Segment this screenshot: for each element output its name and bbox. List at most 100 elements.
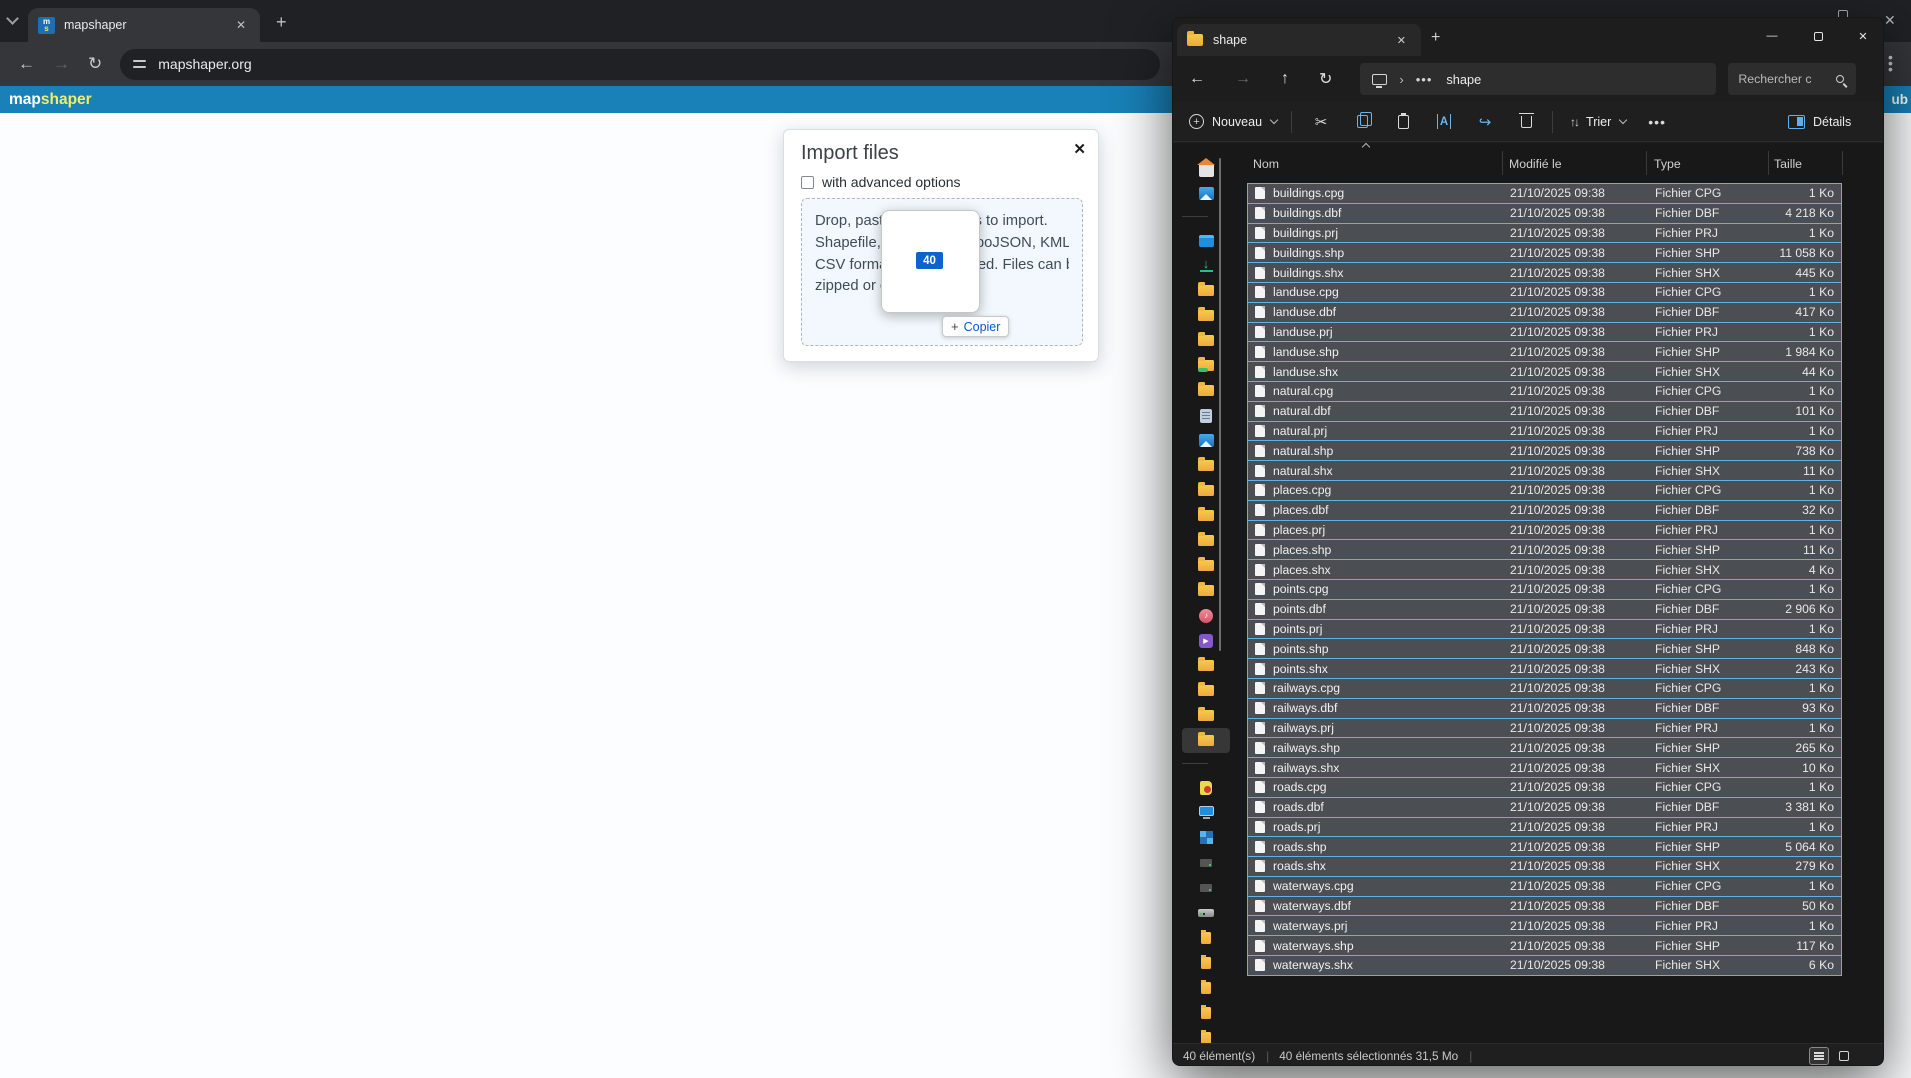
sort-button[interactable]: ↑↓ Trier: [1553, 115, 1628, 129]
sidebar-item-drive-small[interactable]: [1182, 850, 1230, 875]
explorer-new-tab-button[interactable]: +: [1431, 29, 1440, 47]
column-divider[interactable]: [1646, 151, 1647, 175]
address-bar[interactable]: mapshaper.org: [120, 48, 1161, 80]
sidebar-item-folder[interactable]: [1182, 278, 1230, 303]
file-row[interactable]: points.shx 21/10/2025 09:38 Fichier SHX 243…: [1247, 658, 1842, 679]
file-row[interactable]: buildings.shp 21/10/2025 09:38 Fichier SHP…: [1247, 242, 1842, 264]
search-icon[interactable]: [1836, 75, 1845, 83]
explorer-tab-shape[interactable]: shape ✕: [1177, 24, 1421, 56]
explorer-tab-close-icon[interactable]: ✕: [1392, 32, 1411, 49]
file-row[interactable]: places.dbf 21/10/2025 09:38 Fichier DBF 32 …: [1247, 499, 1842, 521]
sidebar-item-folder[interactable]: [1182, 453, 1230, 478]
file-row[interactable]: railways.cpg 21/10/2025 09:38 Fichier CPG 1…: [1247, 677, 1842, 699]
rename-button[interactable]: A: [1432, 110, 1456, 134]
column-divider[interactable]: [1768, 151, 1769, 175]
new-button[interactable]: + Nouveau: [1189, 114, 1279, 129]
maximize-button[interactable]: [1795, 18, 1841, 54]
advanced-options-checkbox[interactable]: [801, 175, 814, 189]
sidebar-item-folder[interactable]: [1182, 578, 1230, 603]
sidebar-item-desktop[interactable]: [1182, 228, 1230, 253]
minimize-button[interactable]: —: [1749, 18, 1795, 54]
sidebar-item-network[interactable]: [1182, 825, 1230, 850]
file-row[interactable]: roads.shp 21/10/2025 09:38 Fichier SHP 5 06…: [1247, 836, 1842, 858]
browser-tab-mapshaper[interactable]: ms mapshaper ✕: [28, 8, 260, 42]
sidebar-item-home[interactable]: [1182, 156, 1230, 181]
tab-close-icon[interactable]: ✕: [232, 16, 250, 34]
sidebar-item-folder-small[interactable]: [1182, 950, 1230, 975]
address-breadcrumb-bar[interactable]: › ••• shape: [1360, 63, 1717, 95]
sidebar-item-folder[interactable]: [1182, 728, 1230, 753]
sidebar-item-downloads[interactable]: ↓: [1182, 253, 1230, 278]
sidebar-item-pictures[interactable]: [1182, 428, 1230, 453]
sidebar-item-folder-small[interactable]: [1182, 1000, 1230, 1025]
file-row[interactable]: natural.dbf 21/10/2025 09:38 Fichier DBF 10…: [1247, 400, 1842, 422]
nav-up-icon[interactable]: ↑: [1281, 70, 1289, 88]
this-pc-icon[interactable]: [1372, 73, 1388, 88]
file-row[interactable]: points.shp 21/10/2025 09:38 Fichier SHP 848…: [1247, 638, 1842, 660]
sidebar-item-folder[interactable]: [1182, 478, 1230, 503]
browser-close-icon[interactable]: ✕: [1884, 12, 1896, 29]
close-button[interactable]: ✕: [1841, 18, 1883, 54]
file-row[interactable]: natural.prj 21/10/2025 09:38 Fichier PRJ 1 …: [1247, 420, 1842, 442]
sidebar-item-folder-small[interactable]: [1182, 925, 1230, 950]
file-row[interactable]: places.shp 21/10/2025 09:38 Fichier SHP 11 …: [1247, 539, 1842, 561]
sidebar-scrollbar[interactable]: [1219, 158, 1221, 651]
breadcrumb-ellipsis[interactable]: •••: [1416, 72, 1433, 87]
file-row[interactable]: railways.shp 21/10/2025 09:38 Fichier SHP 2…: [1247, 737, 1842, 759]
file-row[interactable]: landuse.prj 21/10/2025 09:38 Fichier PRJ 1 …: [1247, 321, 1842, 343]
search-box[interactable]: Rechercher c: [1728, 63, 1857, 95]
file-row[interactable]: points.cpg 21/10/2025 09:38 Fichier CPG 1 K…: [1247, 578, 1842, 600]
sidebar-item-folder-small[interactable]: [1182, 1025, 1230, 1043]
sidebar-item-folder[interactable]: [1182, 503, 1230, 528]
file-row[interactable]: buildings.dbf 21/10/2025 09:38 Fichier DBF…: [1247, 202, 1842, 224]
file-row[interactable]: roads.prj 21/10/2025 09:38 Fichier PRJ 1 Ko: [1247, 816, 1842, 838]
file-row[interactable]: landuse.shx 21/10/2025 09:38 Fichier SHX 44…: [1247, 361, 1842, 382]
file-row[interactable]: places.prj 21/10/2025 09:38 Fichier PRJ 1 K…: [1247, 519, 1842, 541]
sidebar-item-folder[interactable]: [1182, 303, 1230, 328]
file-row[interactable]: waterways.prj 21/10/2025 09:38 Fichier PRJ…: [1247, 915, 1842, 937]
file-row[interactable]: roads.dbf 21/10/2025 09:38 Fichier DBF 3 38…: [1247, 796, 1842, 818]
details-view-toggle[interactable]: [1809, 1047, 1829, 1065]
advanced-options-row[interactable]: with advanced options: [801, 174, 961, 190]
delete-button[interactable]: [1514, 110, 1538, 134]
file-row[interactable]: places.cpg 21/10/2025 09:38 Fichier CPG 1 K…: [1247, 479, 1842, 501]
nav-forward-icon[interactable]: →: [1235, 70, 1251, 88]
sidebar-item-music[interactable]: ♪: [1182, 603, 1230, 628]
file-row[interactable]: landuse.shp 21/10/2025 09:38 Fichier SHP 1 …: [1247, 341, 1842, 363]
file-row[interactable]: roads.shx 21/10/2025 09:38 Fichier SHX 279 …: [1247, 856, 1842, 877]
file-row[interactable]: waterways.cpg 21/10/2025 09:38 Fichier CPG…: [1247, 875, 1842, 897]
sidebar-item-folder[interactable]: [1182, 703, 1230, 728]
column-header-size[interactable]: Taille: [1774, 157, 1802, 171]
file-row[interactable]: buildings.shx 21/10/2025 09:38 Fichier SHX…: [1247, 262, 1842, 283]
nav-refresh-icon[interactable]: ↻: [1319, 69, 1332, 89]
browser-back-icon[interactable]: ←: [18, 54, 35, 74]
file-row[interactable]: natural.shp 21/10/2025 09:38 Fichier SHP 73…: [1247, 440, 1842, 462]
column-divider[interactable]: [1502, 151, 1503, 175]
sidebar-item-folder[interactable]: [1182, 528, 1230, 553]
breadcrumb-current-folder[interactable]: shape: [1446, 72, 1481, 87]
new-tab-button[interactable]: +: [276, 12, 287, 33]
column-header-date[interactable]: Modifié le: [1509, 157, 1562, 171]
column-header-name[interactable]: Nom: [1253, 157, 1279, 171]
sidebar-item-thispc[interactable]: [1182, 800, 1230, 825]
url-text[interactable]: mapshaper.org: [158, 56, 251, 72]
sidebar-item-folder[interactable]: [1182, 378, 1230, 403]
file-row[interactable]: points.dbf 21/10/2025 09:38 Fichier DBF 2 9…: [1247, 598, 1842, 620]
file-row[interactable]: buildings.prj 21/10/2025 09:38 Fichier PRJ…: [1247, 222, 1842, 244]
more-options-button[interactable]: •••: [1648, 114, 1666, 130]
cut-button[interactable]: ✂: [1309, 110, 1333, 134]
file-row[interactable]: railways.dbf 21/10/2025 09:38 Fichier DBF 9…: [1247, 697, 1842, 719]
details-pane-button[interactable]: Détails: [1788, 114, 1851, 129]
file-row[interactable]: points.prj 21/10/2025 09:38 Fichier PRJ 1 K…: [1247, 618, 1842, 640]
nav-back-icon[interactable]: ←: [1189, 70, 1205, 88]
file-row[interactable]: waterways.shx 21/10/2025 09:38 Fichier SHX…: [1247, 955, 1842, 976]
site-settings-icon[interactable]: [133, 59, 147, 70]
file-row[interactable]: natural.cpg 21/10/2025 09:38 Fichier CPG 1 …: [1247, 380, 1842, 402]
sidebar-item-drive-small[interactable]: [1182, 875, 1230, 900]
dialog-close-icon[interactable]: ✕: [1073, 140, 1086, 158]
sidebar-item-folder[interactable]: [1182, 328, 1230, 353]
sidebar-item-document[interactable]: [1182, 403, 1230, 428]
large-icons-view-toggle[interactable]: [1834, 1047, 1854, 1065]
sidebar-item-folder-sync[interactable]: [1182, 353, 1230, 378]
file-row[interactable]: roads.cpg 21/10/2025 09:38 Fichier CPG 1 Ko: [1247, 776, 1842, 798]
